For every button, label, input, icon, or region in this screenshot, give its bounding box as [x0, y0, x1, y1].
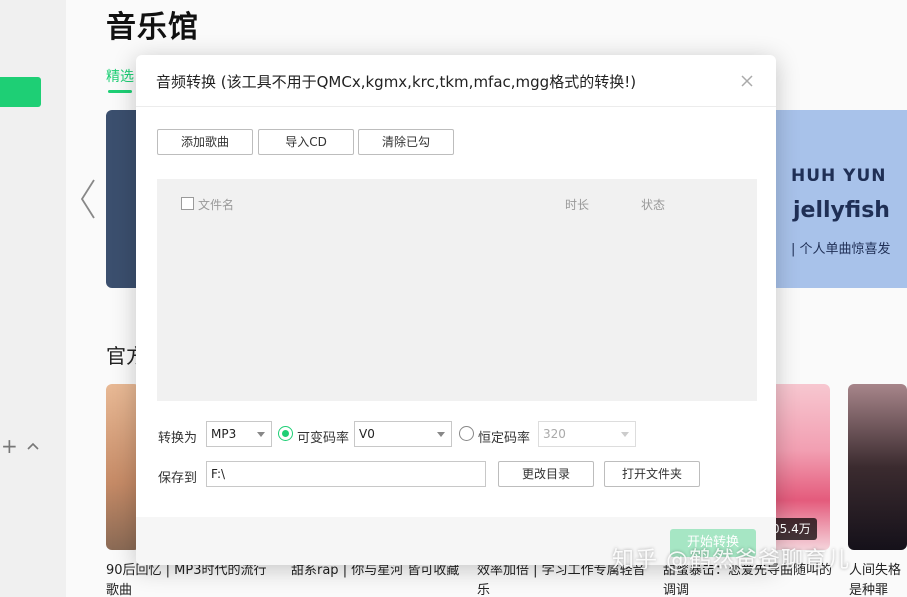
- page-title: 音乐馆: [106, 10, 199, 45]
- vbr-select-value: V0: [359, 427, 375, 441]
- cbr-label[interactable]: 恒定码率: [478, 427, 530, 446]
- clear-checked-button[interactable]: 清除已勾: [358, 129, 454, 155]
- watermark: 知乎 @鹤然爸爸聊育儿: [612, 548, 850, 573]
- vbr-radio[interactable]: [278, 426, 293, 441]
- sidebar-active-item[interactable]: [0, 77, 41, 107]
- collapse-up-icon[interactable]: [25, 438, 41, 454]
- column-status: 状态: [641, 198, 666, 212]
- audio-convert-dialog: 音频转换 (该工具不用于QMCx,kgmx,krc,tkm,mfac,mgg格式…: [136, 55, 776, 565]
- vbr-select[interactable]: V0: [354, 421, 452, 447]
- close-icon[interactable]: [739, 73, 755, 89]
- dialog-header: 音频转换 (该工具不用于QMCx,kgmx,krc,tkm,mfac,mgg格式…: [136, 55, 776, 107]
- column-filename: 文件名: [198, 198, 235, 212]
- chevron-down-icon: [437, 432, 445, 437]
- banner-artist: HUH YUN: [791, 166, 887, 186]
- tab-underline: [108, 90, 132, 93]
- tab-featured[interactable]: 精选: [106, 66, 134, 86]
- playlist-cover[interactable]: [106, 384, 140, 550]
- change-dir-button[interactable]: 更改目录: [498, 461, 594, 487]
- convert-to-label: 转换为: [158, 431, 198, 446]
- playlist-caption[interactable]: 人间失格是种罪: [849, 561, 907, 597]
- column-duration: 时长: [565, 198, 590, 212]
- file-list[interactable]: 文件名 时长 状态: [157, 179, 757, 401]
- format-select[interactable]: MP3: [206, 421, 272, 447]
- dialog-title: 音频转换 (该工具不用于QMCx,kgmx,krc,tkm,mfac,mgg格式…: [156, 73, 637, 91]
- select-all-checkbox[interactable]: [181, 197, 194, 210]
- banner-song: jellyfish: [793, 198, 890, 223]
- playlist-caption[interactable]: 90后回忆 | MP3时代的流行歌曲: [106, 561, 276, 597]
- sidebar: +: [0, 0, 66, 597]
- chevron-left-icon[interactable]: [78, 178, 98, 220]
- save-to-label: 保存到: [158, 471, 198, 486]
- vbr-label[interactable]: 可变码率: [297, 427, 349, 446]
- chevron-down-icon: [621, 432, 629, 437]
- open-folder-button[interactable]: 打开文件夹: [604, 461, 700, 487]
- playlist-cover[interactable]: [848, 384, 907, 550]
- save-path-input[interactable]: F:\: [206, 461, 486, 487]
- banner-subtitle: | 个人单曲惊喜发: [791, 242, 891, 257]
- format-select-value: MP3: [211, 427, 237, 441]
- add-playlist-icon[interactable]: +: [1, 436, 18, 456]
- cbr-select-value: 320: [543, 427, 566, 441]
- cbr-select[interactable]: 320: [538, 421, 636, 447]
- cbr-radio[interactable]: [459, 426, 474, 441]
- import-cd-button[interactable]: 导入CD: [258, 129, 354, 155]
- add-song-button[interactable]: 添加歌曲: [157, 129, 253, 155]
- chevron-down-icon: [257, 432, 265, 437]
